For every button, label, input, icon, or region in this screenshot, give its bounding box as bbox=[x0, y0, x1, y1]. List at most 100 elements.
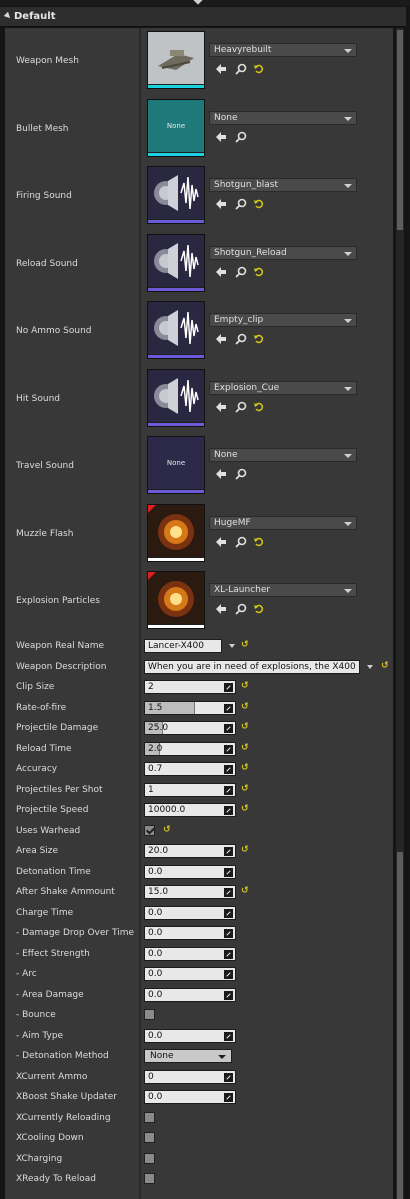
checkbox[interactable] bbox=[144, 1111, 155, 1123]
drag-handle-icon[interactable] bbox=[224, 1093, 233, 1102]
numeric-field[interactable]: 0.0 bbox=[144, 926, 236, 940]
numeric-field[interactable]: 2.0 bbox=[144, 741, 236, 756]
checkbox[interactable] bbox=[144, 1173, 155, 1184]
asset-thumbnail[interactable] bbox=[147, 301, 205, 359]
back-arrow-icon[interactable] bbox=[215, 603, 227, 615]
drag-handle-icon[interactable] bbox=[224, 703, 233, 713]
drag-handle-icon[interactable] bbox=[224, 683, 233, 692]
collapse-arrow-icon[interactable] bbox=[192, 0, 204, 5]
numeric-field[interactable]: 10000.0 bbox=[144, 803, 236, 817]
back-arrow-icon[interactable] bbox=[215, 131, 227, 143]
dropdown-select[interactable]: None bbox=[144, 1049, 232, 1063]
search-icon[interactable] bbox=[235, 63, 247, 75]
asset-picker-combo[interactable]: Heavyrebuilt bbox=[209, 43, 357, 57]
asset-picker-combo[interactable]: Explosion_Cue bbox=[209, 380, 357, 395]
reset-to-default-icon[interactable]: ↺ bbox=[381, 661, 389, 671]
drag-handle-icon[interactable] bbox=[224, 970, 233, 979]
numeric-field[interactable]: 0.0 bbox=[144, 967, 236, 981]
asset-picker-combo[interactable]: XL-Launcher bbox=[209, 583, 357, 597]
checkbox[interactable] bbox=[144, 1152, 155, 1164]
chevron-down-icon[interactable] bbox=[367, 664, 373, 669]
numeric-field[interactable]: 0.0 bbox=[144, 905, 236, 920]
asset-picker-combo[interactable]: Shotgun_Reload bbox=[209, 245, 357, 260]
reset-to-default-icon[interactable]: ↺ bbox=[241, 743, 249, 753]
numeric-field[interactable]: 0.7 bbox=[144, 762, 236, 776]
reset-to-default-icon[interactable]: ↺ bbox=[241, 702, 249, 712]
text-field[interactable]: Lancer-X400 bbox=[144, 639, 222, 653]
asset-thumbnail[interactable]: None bbox=[147, 98, 205, 157]
back-arrow-icon[interactable] bbox=[215, 198, 227, 210]
reset-to-default-icon[interactable]: ↺ bbox=[241, 845, 249, 855]
numeric-field[interactable]: 0.0 bbox=[144, 946, 236, 961]
back-arrow-icon[interactable] bbox=[215, 333, 227, 345]
search-icon[interactable] bbox=[235, 468, 247, 480]
reset-to-default-icon[interactable] bbox=[253, 266, 265, 278]
scrollbar-thumb-upper[interactable] bbox=[397, 30, 403, 230]
reset-to-default-icon[interactable]: ↺ bbox=[241, 784, 249, 794]
drag-handle-icon[interactable] bbox=[224, 847, 233, 856]
asset-thumbnail[interactable] bbox=[147, 166, 205, 224]
back-arrow-icon[interactable] bbox=[215, 401, 227, 413]
back-arrow-icon[interactable] bbox=[215, 266, 227, 278]
search-icon[interactable] bbox=[235, 198, 247, 210]
asset-picker-combo[interactable]: Shotgun_blast bbox=[209, 178, 357, 192]
back-arrow-icon[interactable] bbox=[215, 63, 227, 75]
back-arrow-icon[interactable] bbox=[215, 536, 227, 548]
checkbox[interactable] bbox=[144, 1009, 155, 1020]
asset-picker-combo[interactable]: None bbox=[209, 110, 357, 125]
numeric-field[interactable]: 0.0 bbox=[144, 987, 236, 1002]
reset-to-default-icon[interactable]: ↺ bbox=[241, 722, 249, 732]
numeric-field[interactable]: 0 bbox=[144, 1069, 236, 1084]
numeric-field[interactable]: 0.0 bbox=[144, 1028, 236, 1043]
reset-to-default-icon[interactable]: ↺ bbox=[163, 825, 171, 835]
numeric-field[interactable]: 0.0 bbox=[144, 864, 236, 879]
search-icon[interactable] bbox=[235, 266, 247, 278]
numeric-field[interactable]: 25.0 bbox=[144, 721, 236, 735]
drag-handle-icon[interactable] bbox=[224, 806, 233, 815]
asset-picker-combo[interactable]: None bbox=[209, 448, 357, 462]
reset-to-default-icon[interactable] bbox=[253, 536, 265, 548]
asset-thumbnail[interactable] bbox=[147, 368, 205, 427]
drag-handle-icon[interactable] bbox=[224, 785, 233, 795]
drag-handle-icon[interactable] bbox=[224, 929, 233, 938]
asset-thumbnail[interactable] bbox=[147, 503, 205, 562]
asset-picker-combo[interactable]: HugeMF bbox=[209, 515, 357, 530]
reset-to-default-icon[interactable]: ↺ bbox=[241, 640, 249, 650]
numeric-field[interactable]: 2 bbox=[144, 680, 236, 694]
reset-to-default-icon[interactable]: ↺ bbox=[241, 886, 249, 896]
reset-to-default-icon[interactable] bbox=[253, 603, 265, 615]
drag-handle-icon[interactable] bbox=[224, 908, 233, 918]
drag-handle-icon[interactable] bbox=[224, 888, 233, 897]
expand-triangle-icon[interactable] bbox=[3, 11, 13, 21]
drag-handle-icon[interactable] bbox=[224, 1031, 233, 1041]
category-header[interactable]: Default bbox=[0, 7, 406, 27]
reset-to-default-icon[interactable] bbox=[253, 333, 265, 345]
reset-to-default-icon[interactable]: ↺ bbox=[241, 681, 249, 691]
search-icon[interactable] bbox=[235, 603, 247, 615]
search-icon[interactable] bbox=[235, 333, 247, 345]
checkbox[interactable] bbox=[144, 824, 155, 836]
reset-to-default-icon[interactable] bbox=[253, 63, 265, 75]
drag-handle-icon[interactable] bbox=[224, 765, 233, 774]
reset-to-default-icon[interactable]: ↺ bbox=[241, 763, 249, 773]
drag-handle-icon[interactable] bbox=[224, 990, 233, 1000]
drag-handle-icon[interactable] bbox=[224, 949, 233, 959]
numeric-field[interactable]: 15.0 bbox=[144, 885, 236, 899]
asset-thumbnail[interactable] bbox=[147, 31, 205, 89]
reset-to-default-icon[interactable] bbox=[253, 198, 265, 210]
text-field[interactable]: When you are in need of explosions, the … bbox=[144, 659, 360, 674]
reset-to-default-icon[interactable] bbox=[253, 401, 265, 413]
scrollbar-thumb-lower[interactable] bbox=[397, 852, 403, 1199]
asset-picker-combo[interactable]: Empty_clip bbox=[209, 313, 357, 327]
numeric-field[interactable]: 1.5 bbox=[144, 700, 236, 715]
search-icon[interactable] bbox=[235, 401, 247, 413]
asset-thumbnail[interactable]: None bbox=[147, 436, 205, 494]
numeric-field[interactable]: 0.0 bbox=[144, 1090, 236, 1104]
search-icon[interactable] bbox=[235, 131, 247, 143]
asset-thumbnail[interactable] bbox=[147, 571, 205, 629]
drag-handle-icon[interactable] bbox=[224, 867, 233, 877]
numeric-field[interactable]: 1 bbox=[144, 782, 236, 797]
search-icon[interactable] bbox=[235, 536, 247, 548]
drag-handle-icon[interactable] bbox=[224, 724, 233, 733]
numeric-field[interactable]: 20.0 bbox=[144, 844, 236, 858]
